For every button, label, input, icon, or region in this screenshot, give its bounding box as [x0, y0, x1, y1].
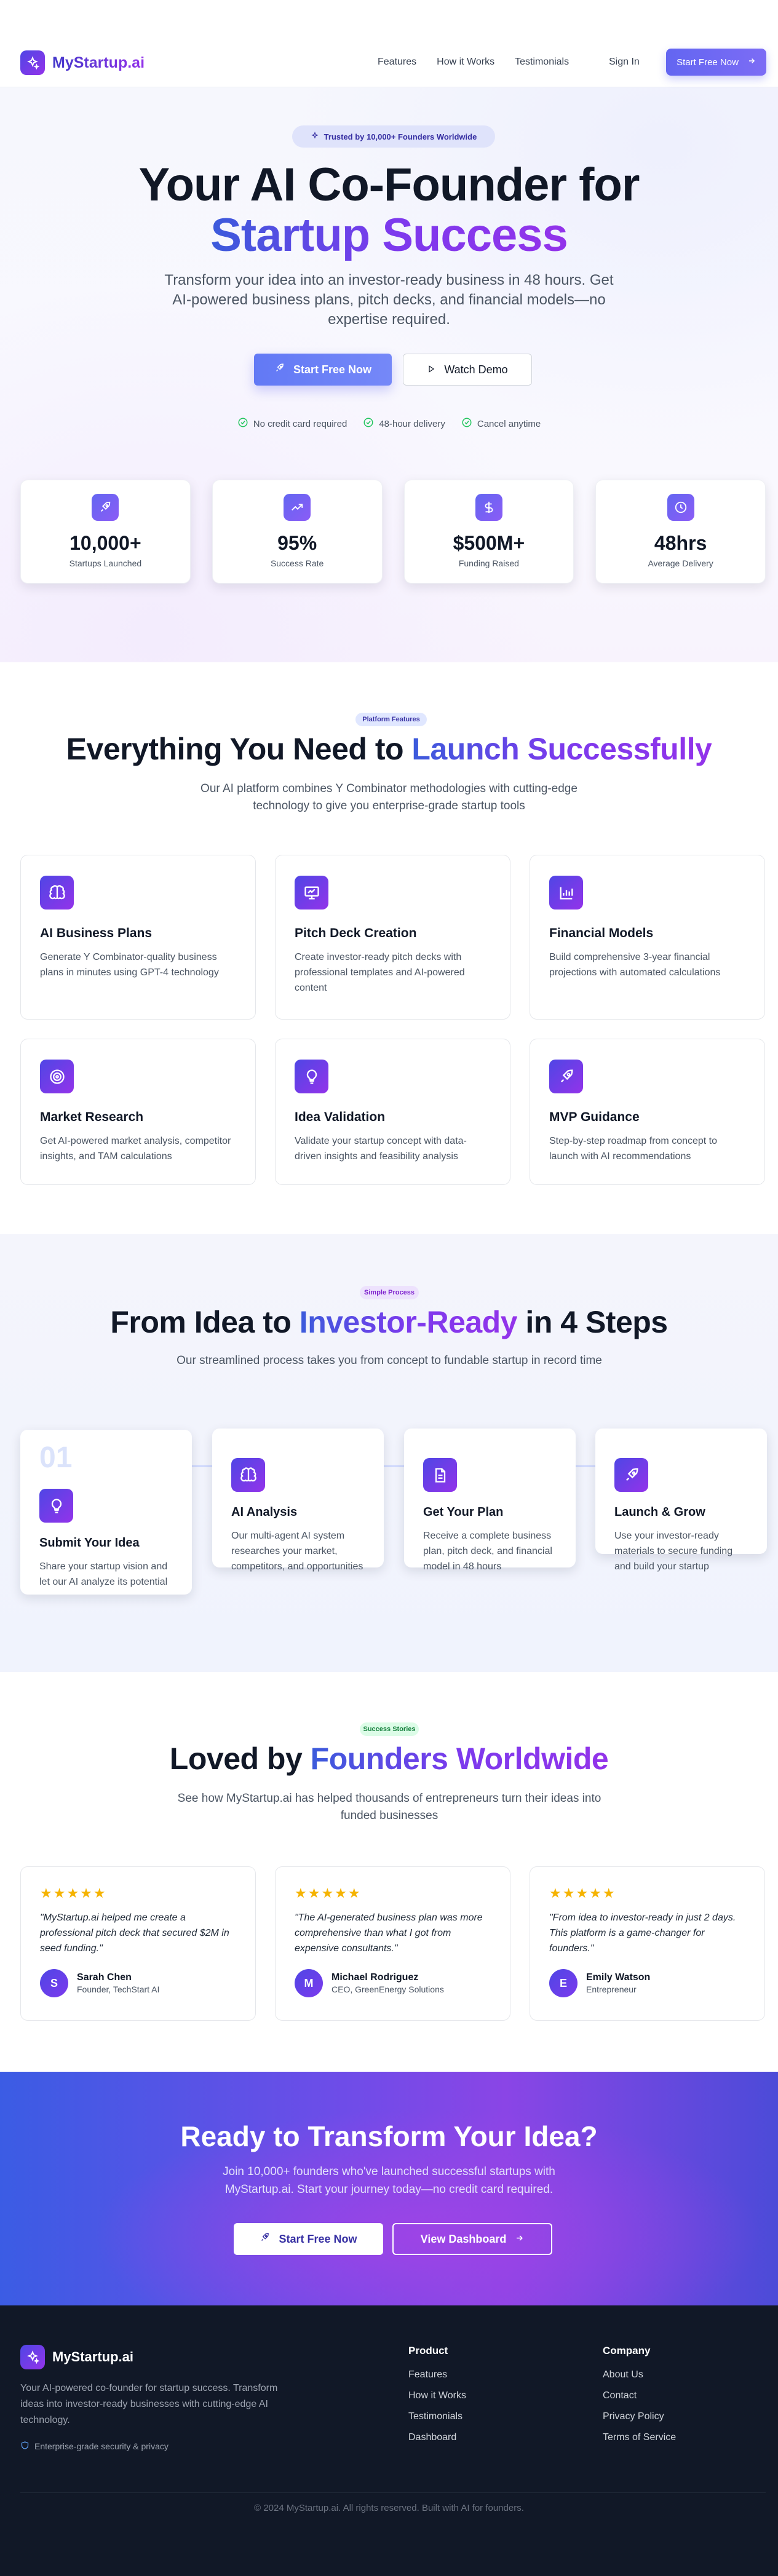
- nav-start-free-label: Start Free Now: [677, 57, 739, 68]
- nav-link-how-it-works[interactable]: How it Works: [437, 57, 494, 68]
- arrow-right-icon: [747, 57, 756, 68]
- brand-logo[interactable]: MyStartup.ai: [20, 50, 145, 75]
- nav-link-features[interactable]: Features: [378, 57, 416, 68]
- sparkle-logo-icon: [20, 50, 45, 75]
- brand-name: MyStartup.ai: [52, 54, 145, 71]
- top-navbar: MyStartup.ai Features How it Works Testi…: [0, 38, 778, 87]
- page-spacer: [0, 0, 778, 2576]
- nav-link-testimonials[interactable]: Testimonials: [515, 57, 569, 68]
- sign-in-link[interactable]: Sign In: [609, 57, 640, 68]
- nav-links: Features How it Works Testimonials: [378, 57, 589, 68]
- nav-start-free-button[interactable]: Start Free Now: [666, 49, 766, 76]
